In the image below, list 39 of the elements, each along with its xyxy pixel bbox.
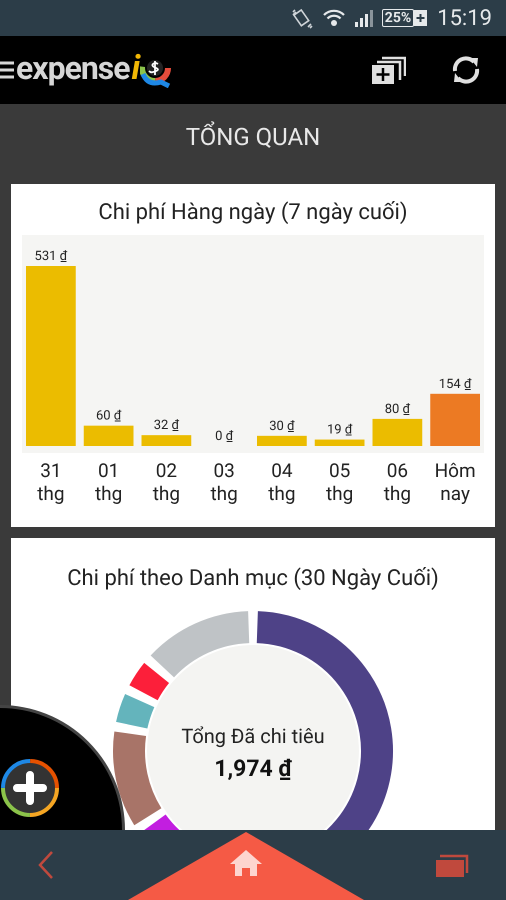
refresh-icon[interactable] — [450, 54, 482, 86]
axis-label: 31 thg — [36, 459, 66, 505]
axis-label: Hôm nay — [434, 459, 477, 505]
bar — [314, 440, 364, 446]
wifi-icon — [322, 7, 346, 29]
bar — [142, 435, 192, 446]
axis-label: 05 thg — [324, 459, 354, 505]
total-amount: 1,974 ₫ — [214, 755, 292, 783]
logo-letter: i — [132, 51, 140, 85]
clock: 15:19 — [437, 4, 492, 32]
value-label: 30 ₫ — [269, 418, 295, 434]
value-label: 531 ₫ — [34, 249, 68, 264]
page-title: TỔNG QUAN — [186, 120, 320, 152]
value-label: 80 ₫ — [384, 402, 410, 417]
value-label: 19 ₫ — [326, 422, 352, 438]
add-multiple-icon[interactable] — [372, 55, 406, 85]
bar — [257, 436, 307, 446]
charging-icon — [414, 8, 428, 28]
bar — [430, 394, 480, 446]
menu-icon[interactable] — [0, 60, 14, 80]
value-label: 32 ₫ — [154, 418, 180, 434]
axis-label: 02 thg — [152, 459, 182, 505]
card-title: Chi phí Hàng ngày (7 ngày cuối) — [98, 199, 408, 227]
signal-icon — [354, 8, 374, 28]
axis-label: 04 thg — [267, 459, 297, 505]
total-label: Tổng Đã chi tiêu — [181, 723, 325, 749]
bar — [84, 426, 134, 446]
logo-text: expense — [16, 52, 130, 84]
home-button[interactable] — [128, 832, 364, 900]
axis-label: 01 thg — [94, 459, 124, 505]
axis-label: 03 thg — [209, 459, 239, 505]
axis-label: 06 thg — [382, 459, 412, 505]
value-label: 0 ₫ — [215, 429, 234, 444]
value-label: 60 ₫ — [96, 408, 122, 424]
value-label: 154 ₫ — [438, 376, 472, 392]
card-title: Chi phí theo Danh mục (30 Ngày Cuối) — [67, 565, 439, 593]
bar — [372, 418, 422, 446]
vibrate-icon — [290, 6, 314, 30]
add-icon[interactable] — [0, 758, 60, 818]
